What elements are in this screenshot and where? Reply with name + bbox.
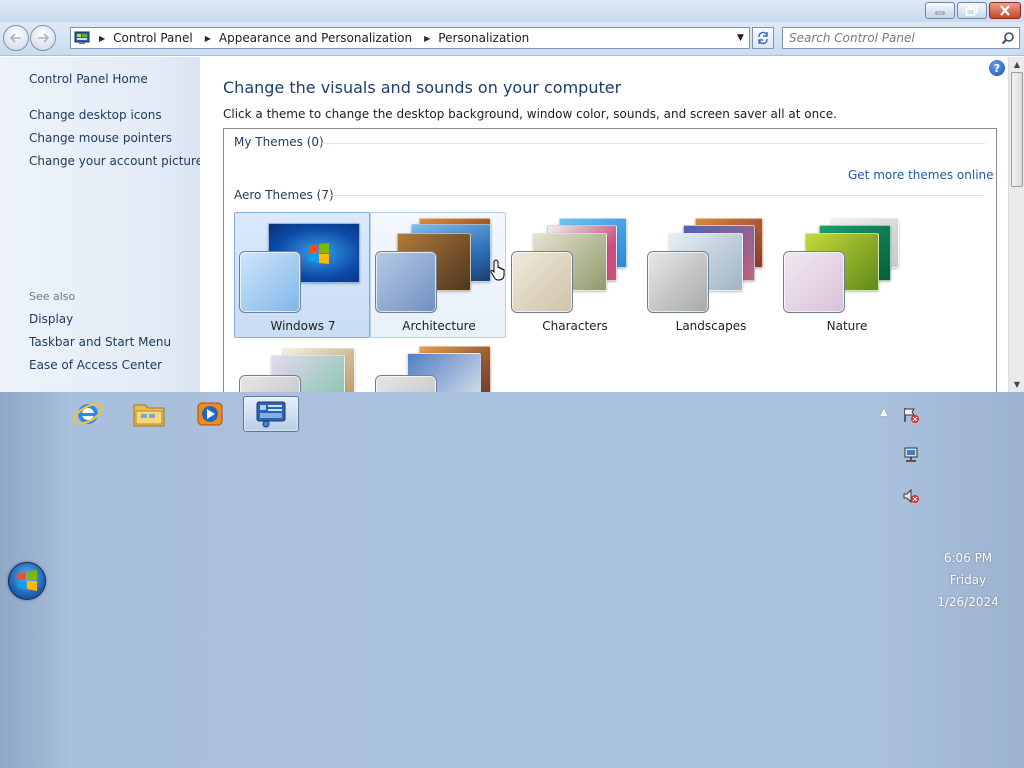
minimize-button[interactable]: [925, 2, 955, 19]
taskbar-internet-explorer[interactable]: [60, 396, 116, 432]
theme-label: Characters: [542, 319, 608, 333]
clock-time[interactable]: 6:06 PM: [920, 551, 1016, 565]
vertical-scrollbar[interactable]: ▲ ▼: [1008, 57, 1024, 392]
theme-color-swatch: [647, 251, 709, 313]
breadcrumb-separator[interactable]: ▶: [93, 34, 111, 43]
action-center-icon: [904, 408, 919, 423]
main-content: ? Change the visuals and sounds on your …: [200, 57, 1008, 392]
control-panel-window: ▶ Control Panel ▶ Appearance and Persona…: [0, 0, 1024, 392]
theme-color-swatch: [239, 251, 301, 313]
control-panel-home-link[interactable]: Control Panel Home: [29, 72, 148, 86]
tray-volume[interactable]: [901, 486, 921, 506]
breadcrumb-control-panel[interactable]: Control Panel: [111, 31, 199, 45]
theme-list: My Themes (0) Get more themes online Aer…: [223, 128, 997, 392]
theme-color-swatch: [239, 375, 301, 392]
desktop: ▲ 6:06 PM Friday 1/26/2024: [0, 392, 1024, 768]
task-pane: Control Panel Home Change desktop icons …: [0, 57, 203, 392]
group-divider: [322, 143, 985, 144]
restore-icon: [965, 5, 978, 16]
theme-color-swatch: [511, 251, 573, 313]
group-divider: [328, 195, 985, 196]
refresh-button[interactable]: [752, 27, 774, 49]
refresh-icon: [758, 31, 768, 45]
theme-color-swatch: [375, 251, 437, 313]
clock-date[interactable]: 1/26/2024: [920, 595, 1016, 609]
theme-landscapes[interactable]: Landscapes: [642, 212, 778, 338]
display-link[interactable]: Display: [29, 312, 73, 326]
internet-explorer-icon: [73, 403, 103, 425]
network-icon: [904, 447, 918, 462]
theme-architecture[interactable]: Architecture: [370, 212, 506, 338]
theme-label: Windows 7: [270, 319, 336, 333]
theme-color-swatch: [375, 375, 437, 392]
back-arrow-icon: [10, 33, 21, 43]
change-desktop-icons-link[interactable]: Change desktop icons: [29, 108, 162, 122]
taskbar-windows-explorer[interactable]: [121, 396, 177, 432]
control-panel-icon: [71, 28, 93, 48]
search-box[interactable]: [782, 27, 1020, 49]
theme-row2-item[interactable]: [370, 342, 506, 392]
title-bar[interactable]: [0, 0, 1024, 22]
breadcrumb-appearance[interactable]: Appearance and Personalization: [217, 31, 418, 45]
change-mouse-pointers-link[interactable]: Change mouse pointers: [29, 131, 172, 145]
theme-color-swatch: [783, 251, 845, 313]
page-title: Change the visuals and sounds on your co…: [223, 78, 622, 97]
theme-windows-7[interactable]: Windows 7: [234, 212, 370, 338]
tray-network[interactable]: [901, 445, 921, 465]
scroll-thumb[interactable]: [1011, 72, 1023, 187]
help-icon[interactable]: ?: [989, 60, 1005, 76]
my-themes-heading[interactable]: My Themes (0): [234, 135, 324, 149]
theme-label: Nature: [826, 319, 868, 333]
aero-themes-heading[interactable]: Aero Themes (7): [234, 188, 334, 202]
change-account-picture-link[interactable]: Change your account picture: [29, 154, 203, 168]
start-button[interactable]: [8, 562, 46, 600]
navigation-bar: ▶ Control Panel ▶ Appearance and Persona…: [0, 22, 1024, 56]
media-player-icon: [197, 402, 223, 426]
search-input[interactable]: [789, 30, 994, 46]
windows-logo-icon: [17, 570, 37, 591]
theme-nature[interactable]: Nature: [778, 212, 914, 338]
tray-action-center[interactable]: [901, 405, 921, 425]
theme-label: Architecture: [402, 319, 476, 333]
page-description: Click a theme to change the desktop back…: [223, 107, 837, 121]
forward-arrow-icon: [38, 33, 49, 43]
taskbar-start-menu-link[interactable]: Taskbar and Start Menu: [29, 335, 171, 349]
scroll-up-button[interactable]: ▲: [1009, 57, 1024, 72]
volume-muted-icon: [903, 488, 919, 504]
close-button[interactable]: [989, 2, 1021, 19]
clock-day[interactable]: Friday: [920, 573, 1016, 587]
theme-row2-item[interactable]: [234, 342, 370, 392]
forward-button[interactable]: [30, 25, 56, 51]
windows-explorer-icon: [133, 404, 165, 427]
taskbar-personalization[interactable]: [243, 396, 299, 432]
restore-button[interactable]: [957, 2, 987, 19]
search-icon[interactable]: [1001, 31, 1015, 45]
get-more-themes-link[interactable]: Get more themes online: [848, 168, 994, 182]
address-bar[interactable]: ▶ Control Panel ▶ Appearance and Persona…: [70, 27, 750, 49]
breadcrumb-separator[interactable]: ▶: [199, 34, 217, 43]
breadcrumb-separator[interactable]: ▶: [418, 34, 436, 43]
theme-characters[interactable]: Characters: [506, 212, 642, 338]
close-icon: [1000, 5, 1010, 16]
ease-of-access-link[interactable]: Ease of Access Center: [29, 358, 162, 372]
address-history-dropdown[interactable]: ▼: [731, 28, 749, 48]
breadcrumb-personalization[interactable]: Personalization: [436, 31, 535, 45]
back-button[interactable]: [3, 25, 29, 51]
show-hidden-icons-button[interactable]: ▲: [880, 407, 888, 418]
taskbar-media-player[interactable]: [182, 396, 238, 432]
personalization-icon: [256, 401, 286, 428]
theme-label: Landscapes: [675, 319, 747, 333]
see-also-heading: See also: [29, 290, 76, 303]
minimize-icon: [935, 11, 945, 14]
scroll-down-button[interactable]: ▼: [1009, 377, 1024, 392]
hand-cursor-icon: [490, 259, 505, 281]
